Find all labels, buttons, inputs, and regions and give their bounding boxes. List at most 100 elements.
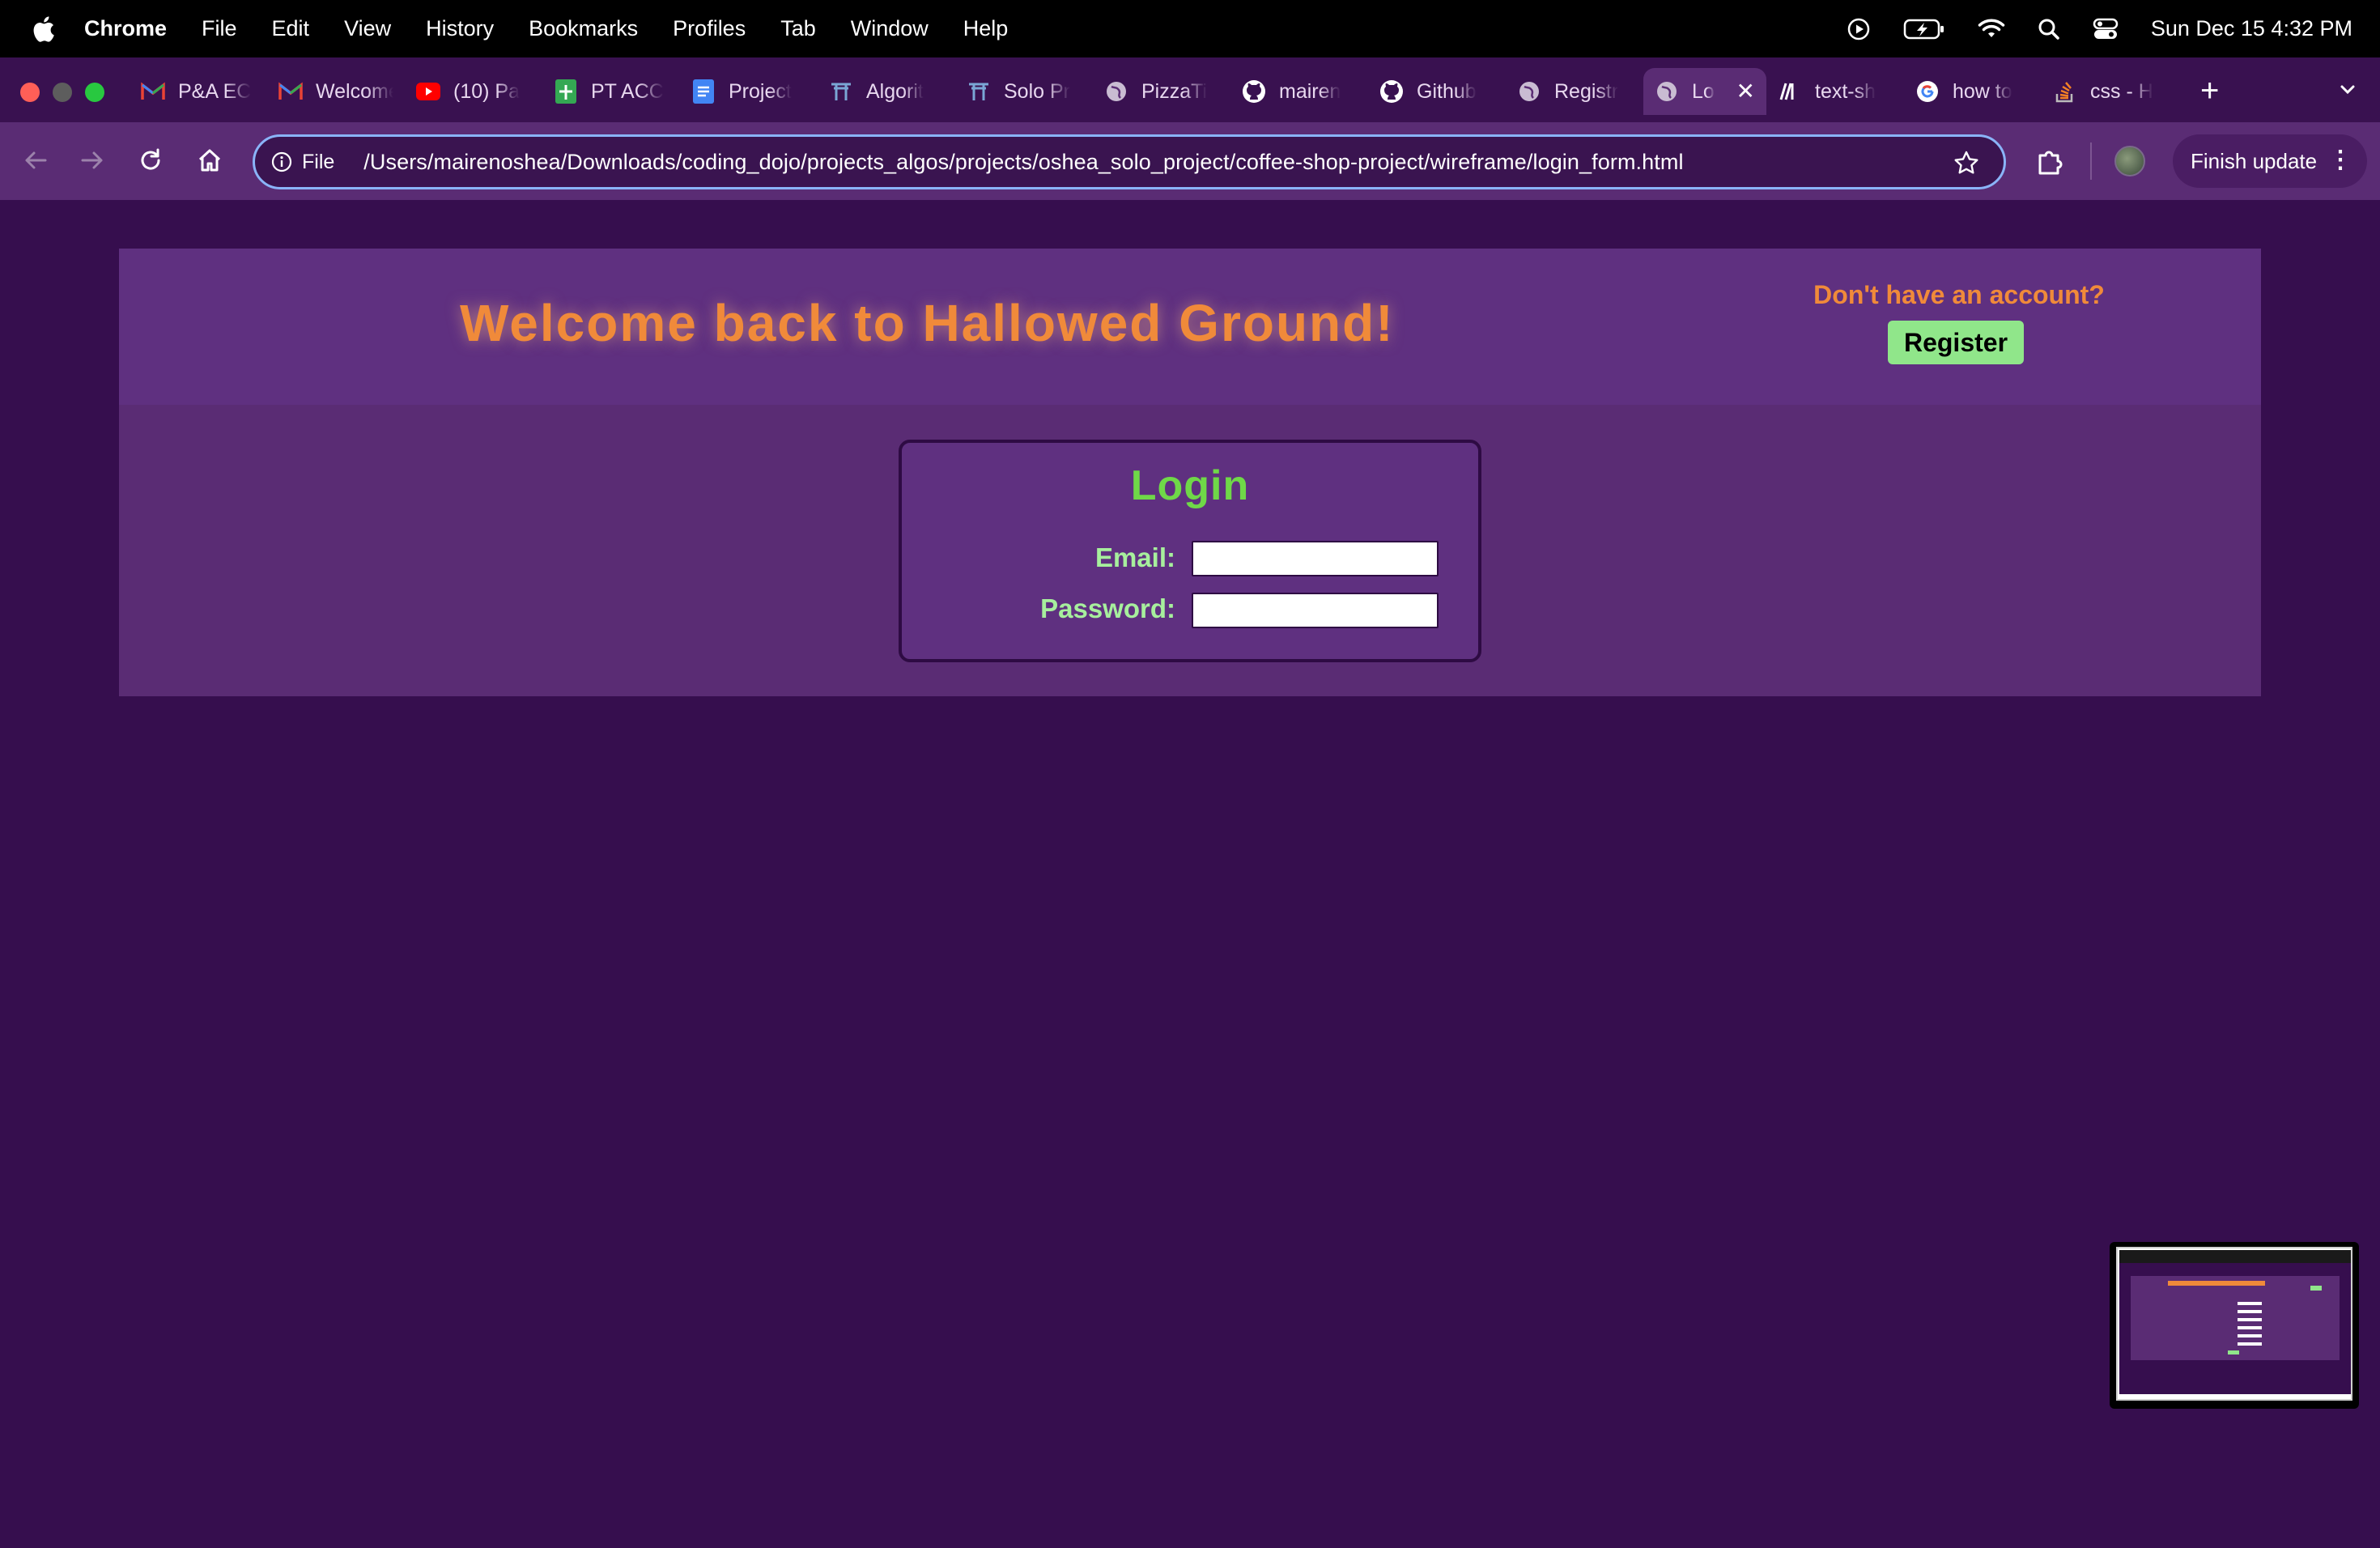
more-menu-icon[interactable]: ⋮ [2328,146,2352,175]
register-button[interactable]: Register [1888,321,2024,364]
bookmark-star-icon[interactable] [1953,150,1979,176]
google-icon [1915,79,1940,104]
thumbnail-panel [2131,1276,2340,1360]
thumbnail-field [2238,1326,2262,1329]
tab-title: (10) Pa [453,79,520,103]
address-bar[interactable]: File /Users/mairenoshea/Downloads/coding… [253,134,2006,189]
gmail-icon [278,79,303,104]
thumbnail-register-button [2310,1286,2322,1291]
thumbnail-title-bar [2168,1281,2265,1286]
browser-tab[interactable]: Solo Pr [955,68,1093,115]
browser-tab[interactable]: text-sh [1766,68,1904,115]
menu-tab[interactable]: Tab [780,16,816,41]
profile-avatar[interactable] [2114,146,2145,176]
browser-tab[interactable]: Algorit [818,68,955,115]
tab-title: Project [729,79,792,103]
browser-tab[interactable]: PizzaTi [1093,68,1230,115]
menu-profiles[interactable]: Profiles [673,16,746,41]
password-field[interactable] [1192,593,1439,628]
browser-tab[interactable]: how to [1904,68,2042,115]
tab-title: how to [1953,79,2012,103]
sheets-icon [554,79,578,104]
menu-history[interactable]: History [426,16,494,41]
tab-search-chevron-icon[interactable] [2336,78,2359,100]
globe-icon [1517,79,1541,104]
forward-arrow-icon[interactable] [78,146,107,175]
login-title: Login [1130,462,1250,509]
menu-view[interactable]: View [344,16,391,41]
browser-tab[interactable]: Welcome [267,68,405,115]
password-label: Password: [1040,593,1175,623]
site-info-icon[interactable] [271,151,292,172]
wifi-icon[interactable] [1978,19,2005,40]
youtube-icon [416,79,440,104]
window-minimize-button[interactable] [53,83,72,102]
screen-recording-icon[interactable] [1847,17,1871,41]
no-account-text: Don't have an account? [1813,280,2105,309]
docs-icon [691,79,716,104]
finish-update-button[interactable]: Finish update ⋮ [2173,134,2367,188]
screenshot-thumbnail[interactable] [2110,1242,2359,1409]
menu-edit[interactable]: Edit [272,16,310,41]
back-arrow-icon[interactable] [21,146,50,175]
menu-file[interactable]: File [202,16,237,41]
dojo-icon [967,79,991,104]
thumbnail-field [2238,1310,2262,1313]
url-text[interactable]: /Users/mairenoshea/Downloads/coding_dojo… [363,150,1683,175]
browser-tab[interactable]: mairen [1230,68,1368,115]
thumbnail-field [2238,1318,2262,1321]
macos-menu-bar: Chrome File Edit View History Bookmarks … [0,0,2380,57]
tab-title: mairen [1279,79,1341,103]
menu-app-chrome[interactable]: Chrome [84,16,167,41]
tab-title: PizzaTi [1141,79,1208,103]
spotlight-search-icon[interactable] [2038,18,2060,40]
tab-title: Welcome [316,79,393,103]
finish-update-label: Finish update [2191,148,2318,173]
menu-help[interactable]: Help [963,16,1009,41]
browser-tab[interactable]: P&A EC [130,68,267,115]
globe-icon [1655,79,1679,104]
page-headline: Welcome back to Hallowed Ground! [460,294,1395,352]
dojo-icon [829,79,853,104]
tab-close-icon[interactable]: ✕ [1736,79,1755,104]
browser-tab[interactable]: Registr [1506,68,1643,115]
tab-title: css - H [2090,79,2153,103]
thumbnail-field [2238,1342,2262,1346]
window-zoom-button[interactable] [85,83,104,102]
menu-bookmarks[interactable]: Bookmarks [529,16,638,41]
extensions-puzzle-icon[interactable] [2034,146,2064,176]
browser-tab[interactable]: Project [680,68,818,115]
window-close-button[interactable] [20,83,40,102]
github-icon [1242,79,1266,104]
tab-title: Registr [1554,79,1619,103]
apple-logo-icon[interactable] [31,15,55,43]
file-scheme-label: File [302,150,335,173]
browser-tab[interactable]: (10) Pa [405,68,542,115]
browser-tab[interactable]: Github [1368,68,1506,115]
thumbnail-browser-bar [2119,1250,2351,1263]
tab-title: Solo Pr [1004,79,1070,103]
tab-title: Algorit [866,79,924,103]
tab-title: text-sh [1815,79,1876,103]
new-tab-button[interactable]: + [2200,73,2219,108]
control-center-icon[interactable] [2093,18,2119,40]
browser-tab[interactable]: css - H [2042,68,2179,115]
tab-title: P&A EC [178,79,252,103]
home-icon[interactable] [195,146,224,175]
menu-window[interactable]: Window [851,16,929,41]
mdn-icon [1778,79,1802,104]
thumbnail-submit-button [2228,1350,2239,1354]
thumbnail-screen [2119,1250,2351,1394]
tab-title: Github [1417,79,1477,103]
browser-tab[interactable]: PT ACC [542,68,680,115]
github-icon [1379,79,1404,104]
battery-charging-icon[interactable] [1903,18,1945,40]
thumbnail-field [2238,1302,2262,1305]
reload-icon[interactable] [136,146,165,175]
email-field[interactable] [1192,541,1439,576]
status-area: Sun Dec 15 4:32 PM [1847,0,2352,57]
email-label: Email: [1094,542,1175,572]
menu-bar-clock[interactable]: Sun Dec 15 4:32 PM [2151,16,2352,41]
tab-title: Lo [1692,79,1715,103]
browser-tab-active[interactable]: Lo ✕ [1643,68,1766,115]
